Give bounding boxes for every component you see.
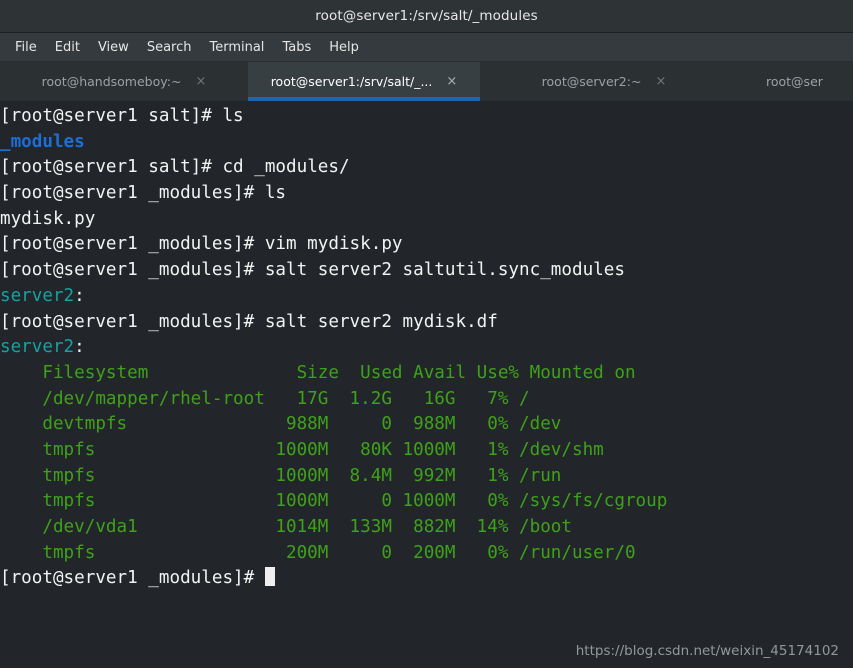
- shell-command: vim mydisk.py: [264, 234, 403, 255]
- terminal-line: tmpfs 1000M 80K 1000M 1% /dev/shm: [0, 438, 853, 464]
- title-bar: root@server1:/srv/salt/_modules: [0, 0, 853, 33]
- terminal-output: [root@server1 salt]# ls _modules [root@ser…: [0, 104, 853, 592]
- minion-colon: :: [74, 285, 85, 306]
- terminal-line: [root@server1 salt]# ls: [0, 104, 853, 130]
- menu-item-help[interactable]: Help: [320, 36, 368, 59]
- shell-command: ls: [222, 106, 244, 126]
- shell-prompt: [root@server1 _modules]#: [0, 260, 265, 281]
- tab-label: root@server2:~: [541, 74, 642, 89]
- terminal-line: [root@server1 _modules]# ls: [0, 181, 853, 207]
- menu-item-tabs[interactable]: Tabs: [273, 36, 320, 59]
- tab-root-server2[interactable]: root@server2:~ ×: [480, 62, 728, 101]
- df-data-row: tmpfs 1000M 0 1000M 0% /sys/fs/cgroup: [0, 491, 668, 512]
- minion-colon: :: [74, 337, 85, 358]
- close-icon[interactable]: ×: [446, 75, 457, 88]
- text-cursor: [264, 567, 276, 587]
- terminal-line: _modules: [0, 130, 853, 156]
- terminal-window: root@server1:/srv/salt/_modules File Edi…: [0, 0, 853, 668]
- terminal-line: [root@server1 _modules]# vim mydisk.py: [0, 232, 853, 258]
- directory-name: _modules: [0, 131, 85, 152]
- minion-id: server2: [0, 337, 75, 358]
- window-title: root@server1:/srv/salt/_modules: [315, 8, 538, 24]
- df-data-row: tmpfs 200M 0 200M 0% /run/user/0: [0, 542, 636, 563]
- tab-root-server-partial[interactable]: root@ser: [728, 62, 853, 101]
- shell-command: cd _modules/: [222, 157, 350, 178]
- shell-prompt: [root@server1 _modules]#: [0, 234, 265, 255]
- terminal-line: [root@server1 _modules]# salt server2 sa…: [0, 258, 853, 284]
- terminal-line: tmpfs 1000M 8.4M 992M 1% /run: [0, 464, 853, 490]
- tab-label: root@ser: [766, 74, 823, 89]
- terminal-line: /dev/vda1 1014M 133M 882M 14% /boot: [0, 515, 853, 541]
- terminal-line: tmpfs 200M 0 200M 0% /run/user/0: [0, 541, 853, 567]
- terminal-line: [root@server1 _modules]#: [0, 566, 853, 592]
- tab-label: root@handsomeboy:~: [41, 74, 182, 89]
- close-icon[interactable]: ×: [655, 75, 666, 88]
- terminal-line: server2:: [0, 284, 853, 310]
- tab-bar: root@handsomeboy:~ × root@server1:/srv/s…: [0, 62, 853, 101]
- shell-prompt: [root@server1 _modules]#: [0, 311, 265, 332]
- df-data-row: tmpfs 1000M 80K 1000M 1% /dev/shm: [0, 439, 604, 460]
- menu-item-file[interactable]: File: [6, 36, 46, 59]
- menu-bar: File Edit View Search Terminal Tabs Help: [0, 33, 853, 62]
- watermark-text: https://blog.csdn.net/weixin_45174102: [575, 643, 839, 659]
- shell-command: salt server2 mydisk.df: [264, 311, 498, 332]
- df-data-row: tmpfs 1000M 8.4M 992M 1% /run: [0, 465, 562, 486]
- df-data-row: devtmpfs 988M 0 988M 0% /dev: [0, 414, 562, 435]
- terminal-line: mydisk.py: [0, 207, 853, 233]
- minion-id: server2: [0, 285, 75, 306]
- df-header-row: Filesystem Size Used Avail Use% Mounted …: [0, 362, 636, 383]
- menu-item-search[interactable]: Search: [138, 36, 201, 59]
- tab-root-handsomeboy[interactable]: root@handsomeboy:~ ×: [0, 62, 248, 101]
- df-data-row: /dev/mapper/rhel-root 17G 1.2G 16G 7% /: [0, 388, 530, 409]
- terminal-line: server2:: [0, 335, 853, 361]
- terminal-line: devtmpfs 988M 0 988M 0% /dev: [0, 412, 853, 438]
- close-icon[interactable]: ×: [195, 75, 206, 88]
- shell-command: ls: [264, 183, 286, 204]
- terminal-content-area[interactable]: [root@server1 salt]# ls _modules [root@ser…: [0, 101, 853, 668]
- tab-label: root@server1:/srv/salt/_...: [270, 74, 433, 89]
- terminal-line: [root@server1 _modules]# salt server2 my…: [0, 310, 853, 336]
- terminal-line: [root@server1 salt]# cd _modules/: [0, 155, 853, 181]
- shell-prompt: [root@server1 salt]#: [0, 106, 223, 126]
- terminal-line: Filesystem Size Used Avail Use% Mounted …: [0, 361, 853, 387]
- tab-root-server1-srv-salt-modules[interactable]: root@server1:/srv/salt/_... ×: [248, 62, 480, 101]
- terminal-line: tmpfs 1000M 0 1000M 0% /sys/fs/cgroup: [0, 489, 853, 515]
- menu-item-edit[interactable]: Edit: [46, 36, 89, 59]
- shell-prompt: [root@server1 _modules]#: [0, 568, 265, 589]
- menu-item-terminal[interactable]: Terminal: [200, 36, 273, 59]
- shell-command: salt server2 saltutil.sync_modules: [264, 260, 625, 281]
- terminal-line: /dev/mapper/rhel-root 17G 1.2G 16G 7% /: [0, 387, 853, 413]
- shell-prompt: [root@server1 _modules]#: [0, 183, 265, 204]
- shell-prompt: [root@server1 salt]#: [0, 157, 223, 178]
- df-data-row: /dev/vda1 1014M 133M 882M 14% /boot: [0, 517, 572, 537]
- file-name: mydisk.py: [0, 208, 96, 229]
- menu-item-view[interactable]: View: [89, 36, 138, 59]
